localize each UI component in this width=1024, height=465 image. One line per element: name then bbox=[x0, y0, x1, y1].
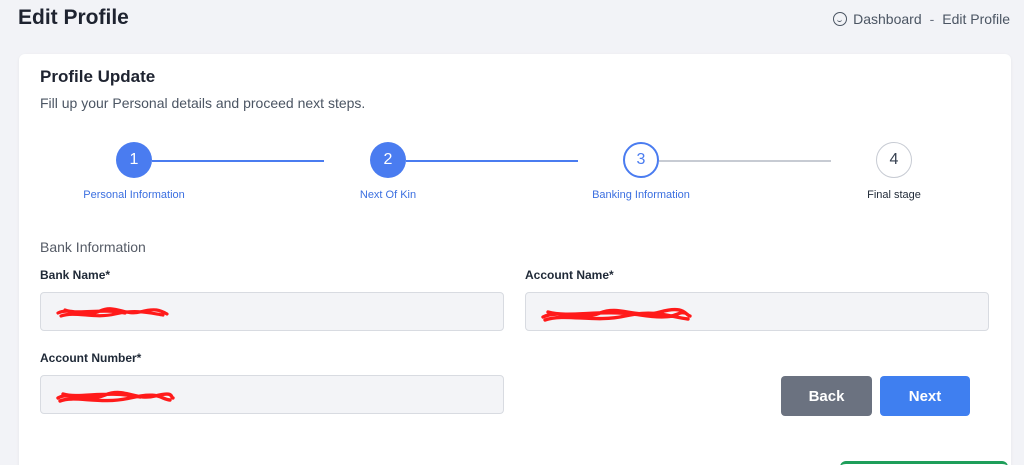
step-banking-information[interactable]: 3 Banking Information bbox=[561, 142, 721, 201]
back-button[interactable]: Back bbox=[781, 376, 872, 416]
account-number-label: Account Number* bbox=[40, 351, 142, 365]
step-number: 3 bbox=[623, 142, 659, 178]
redaction-scribble bbox=[541, 307, 692, 322]
redaction-scribble bbox=[56, 307, 169, 318]
card-title: Profile Update bbox=[40, 67, 156, 86]
account-number-input[interactable] bbox=[40, 375, 504, 414]
step-number: 1 bbox=[116, 142, 152, 178]
step-personal-information[interactable]: 1 Personal Information bbox=[54, 142, 214, 201]
bank-name-label: Bank Name* bbox=[40, 268, 111, 282]
step-final-stage[interactable]: 4 Final stage bbox=[814, 142, 974, 201]
account-name-label: Account Name* bbox=[525, 268, 614, 282]
bank-name-input[interactable] bbox=[40, 292, 504, 331]
card-subtitle: Fill up your Personal details and procee… bbox=[40, 95, 366, 111]
step-number: 2 bbox=[370, 142, 406, 178]
redaction-scribble bbox=[56, 390, 175, 403]
step-label: Final stage bbox=[867, 189, 921, 201]
page-title: Edit Profile bbox=[18, 6, 129, 29]
dashboard-icon bbox=[833, 12, 848, 26]
step-label: Personal Information bbox=[83, 189, 185, 201]
step-label: Next Of Kin bbox=[359, 189, 417, 201]
account-name-input[interactable] bbox=[525, 292, 989, 331]
step-next-of-kin[interactable]: 2 Next Of Kin bbox=[308, 142, 468, 201]
bank-information-heading: Bank Information bbox=[40, 239, 146, 255]
breadcrumb-dashboard-link[interactable]: Dashboard bbox=[853, 11, 922, 27]
breadcrumb-current: Edit Profile bbox=[942, 11, 1010, 27]
page-header: Edit Profile Dashboard - Edit Profile bbox=[0, 0, 1024, 42]
progress-stepper: 1 Personal Information 2 Next Of Kin 3 B… bbox=[19, 142, 1011, 212]
breadcrumb: Dashboard - Edit Profile bbox=[833, 11, 1010, 27]
step-number: 4 bbox=[876, 142, 912, 178]
step-label: Banking Information bbox=[592, 189, 690, 201]
notification-edge bbox=[840, 461, 1008, 465]
breadcrumb-separator: - bbox=[929, 11, 935, 27]
next-button[interactable]: Next bbox=[880, 376, 970, 416]
